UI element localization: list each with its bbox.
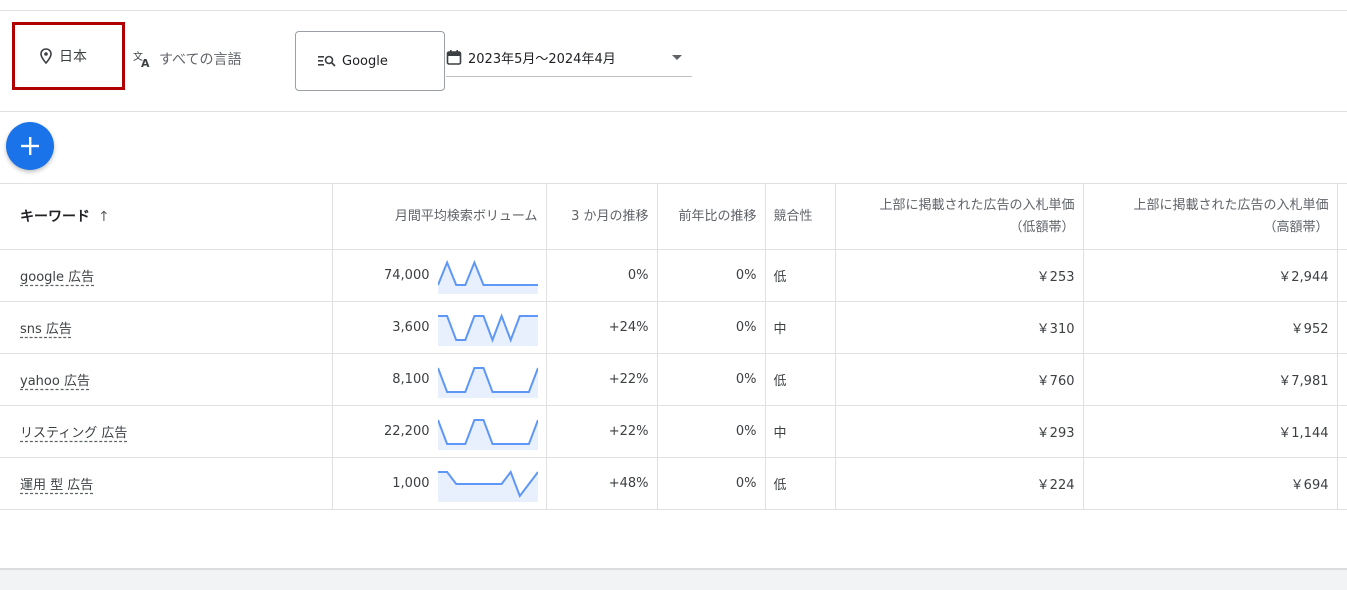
volume-value: 1,000 xyxy=(392,476,430,491)
avg-monthly-cell: 74,000 xyxy=(332,249,547,302)
table-header-row: キーワード ↑ 月間平均検索ボリューム 3 か月の推移 前年比の推移 競合性 上部… xyxy=(0,183,1347,250)
keyword-text[interactable]: 運用 型 広告 xyxy=(20,478,93,493)
keyword-text[interactable]: リスティング 広告 xyxy=(20,426,127,441)
search-network-icon xyxy=(318,55,336,67)
bid-high-cell: ￥7,981 xyxy=(1083,353,1338,406)
header-keyword-label: キーワード xyxy=(20,208,90,225)
yoy-cell: 0% xyxy=(657,405,766,458)
three-month-cell: +48% xyxy=(546,457,658,510)
yoy-cell: 0% xyxy=(657,457,766,510)
keyword-cell: sns 広告 xyxy=(0,301,333,354)
table-row: 運用 型 広告 1,000 +48% 0% 低 ￥224 ￥694 xyxy=(0,457,1347,510)
sort-ascending-icon[interactable]: ↑ xyxy=(98,209,110,225)
table-row: yahoo 広告 8,100 +22% 0% 低 ￥760 ￥7,981 xyxy=(0,353,1347,406)
translate-icon: 文 A xyxy=(133,50,150,68)
table-row: sns 広告 3,600 +24% 0% 中 ￥310 ￥952 xyxy=(0,301,1347,354)
volume-value: 74,000 xyxy=(384,268,430,283)
trend-sparkline xyxy=(437,312,538,346)
yoy-cell: 0% xyxy=(657,301,766,354)
volume-value: 22,200 xyxy=(384,424,430,439)
avg-monthly-cell: 3,600 xyxy=(332,301,547,354)
header-overflow-column xyxy=(1337,183,1347,250)
plus-icon xyxy=(21,137,39,155)
three-month-cell: +22% xyxy=(546,353,658,406)
bottom-panel xyxy=(0,568,1347,590)
header-top-bid-high-line2: （高額帯） xyxy=(1263,219,1329,235)
competition-cell: 中 xyxy=(765,301,836,354)
trend-sparkline xyxy=(437,469,538,502)
header-top-bid-low[interactable]: 上部に掲載された広告の入札単価 （低額帯） xyxy=(835,183,1084,250)
trend-sparkline xyxy=(437,418,538,450)
volume-value: 8,100 xyxy=(392,372,430,387)
table-row: リスティング 広告 22,200 +22% 0% 中 ￥293 ￥1,144 xyxy=(0,405,1347,458)
bid-low-cell: ￥293 xyxy=(835,405,1084,458)
add-keyword-button[interactable] xyxy=(6,122,54,170)
competition-cell: 低 xyxy=(765,457,836,510)
yoy-cell: 0% xyxy=(657,249,766,302)
keyword-cell: yahoo 広告 xyxy=(0,353,333,406)
bid-high-cell: ￥1,144 xyxy=(1083,405,1338,458)
filter-bar: 日本 文 A すべての言語 Google 2023年5月～2024年4月 xyxy=(0,11,1347,111)
competition-cell: 低 xyxy=(765,353,836,406)
keyword-text[interactable]: google 広告 xyxy=(20,270,94,285)
language-label: すべての言語 xyxy=(159,52,242,68)
keyword-table: キーワード ↑ 月間平均検索ボリューム 3 か月の推移 前年比の推移 競合性 上部… xyxy=(0,183,1347,510)
volume-value: 3,600 xyxy=(392,320,430,335)
trend-sparkline xyxy=(437,259,538,294)
header-top-bid-low-line1: 上部に掲載された広告の入札単価 xyxy=(879,197,1075,213)
location-label: 日本 xyxy=(59,49,87,65)
header-three-month-change[interactable]: 3 か月の推移 xyxy=(546,183,658,250)
overflow-cell xyxy=(1337,249,1347,302)
bid-low-cell: ￥760 xyxy=(835,353,1084,406)
sparkline-area xyxy=(437,471,538,502)
competition-cell: 低 xyxy=(765,249,836,302)
yoy-cell: 0% xyxy=(657,353,766,406)
three-month-cell: +24% xyxy=(546,301,658,354)
three-month-cell: +22% xyxy=(546,405,658,458)
location-pin-icon xyxy=(40,48,52,64)
three-month-cell: 0% xyxy=(546,249,658,302)
overflow-cell xyxy=(1337,301,1347,354)
bid-high-cell: ￥694 xyxy=(1083,457,1338,510)
bid-high-cell: ￥2,944 xyxy=(1083,249,1338,302)
competition-cell: 中 xyxy=(765,405,836,458)
keyword-cell: google 広告 xyxy=(0,249,333,302)
sparkline-area xyxy=(437,367,538,398)
svg-text:A: A xyxy=(141,57,150,68)
avg-monthly-cell: 22,200 xyxy=(332,405,547,458)
overflow-cell xyxy=(1337,353,1347,406)
bid-high-cell: ￥952 xyxy=(1083,301,1338,354)
location-filter[interactable]: 日本 xyxy=(12,22,125,90)
table-row: google 広告 74,000 0% 0% 低 ￥253 ￥2,944 xyxy=(0,249,1347,302)
calendar-icon xyxy=(446,50,462,65)
overflow-cell xyxy=(1337,405,1347,458)
avg-monthly-cell: 8,100 xyxy=(332,353,547,406)
trend-sparkline xyxy=(437,366,538,398)
keyword-cell: リスティング 広告 xyxy=(0,405,333,458)
header-top-bid-high-line1: 上部に掲載された広告の入札単価 xyxy=(1133,197,1329,213)
keyword-text[interactable]: yahoo 広告 xyxy=(20,374,90,389)
bid-low-cell: ￥224 xyxy=(835,457,1084,510)
header-top-bid-low-line2: （低額帯） xyxy=(1009,219,1075,235)
date-range-label: 2023年5月～2024年4月 xyxy=(468,51,616,67)
header-competition[interactable]: 競合性 xyxy=(765,183,836,250)
sparkline-area xyxy=(437,419,538,450)
network-label: Google xyxy=(342,53,388,69)
date-range-select[interactable]: 2023年5月～2024年4月 xyxy=(446,38,692,77)
language-filter[interactable]: 文 A すべての言語 xyxy=(133,49,241,69)
keyword-text[interactable]: sns 広告 xyxy=(20,322,72,337)
avg-monthly-cell: 1,000 xyxy=(332,457,547,510)
header-avg-monthly-searches[interactable]: 月間平均検索ボリューム xyxy=(332,183,547,250)
section-divider xyxy=(0,111,1347,112)
header-keyword[interactable]: キーワード ↑ xyxy=(0,183,333,250)
bid-low-cell: ￥310 xyxy=(835,301,1084,354)
overflow-cell xyxy=(1337,457,1347,510)
header-top-bid-high[interactable]: 上部に掲載された広告の入札単価 （高額帯） xyxy=(1083,183,1338,250)
chevron-down-icon xyxy=(672,55,682,60)
keyword-cell: 運用 型 広告 xyxy=(0,457,333,510)
network-filter[interactable]: Google xyxy=(295,31,445,91)
bid-low-cell: ￥253 xyxy=(835,249,1084,302)
header-yoy-change[interactable]: 前年比の推移 xyxy=(657,183,766,250)
